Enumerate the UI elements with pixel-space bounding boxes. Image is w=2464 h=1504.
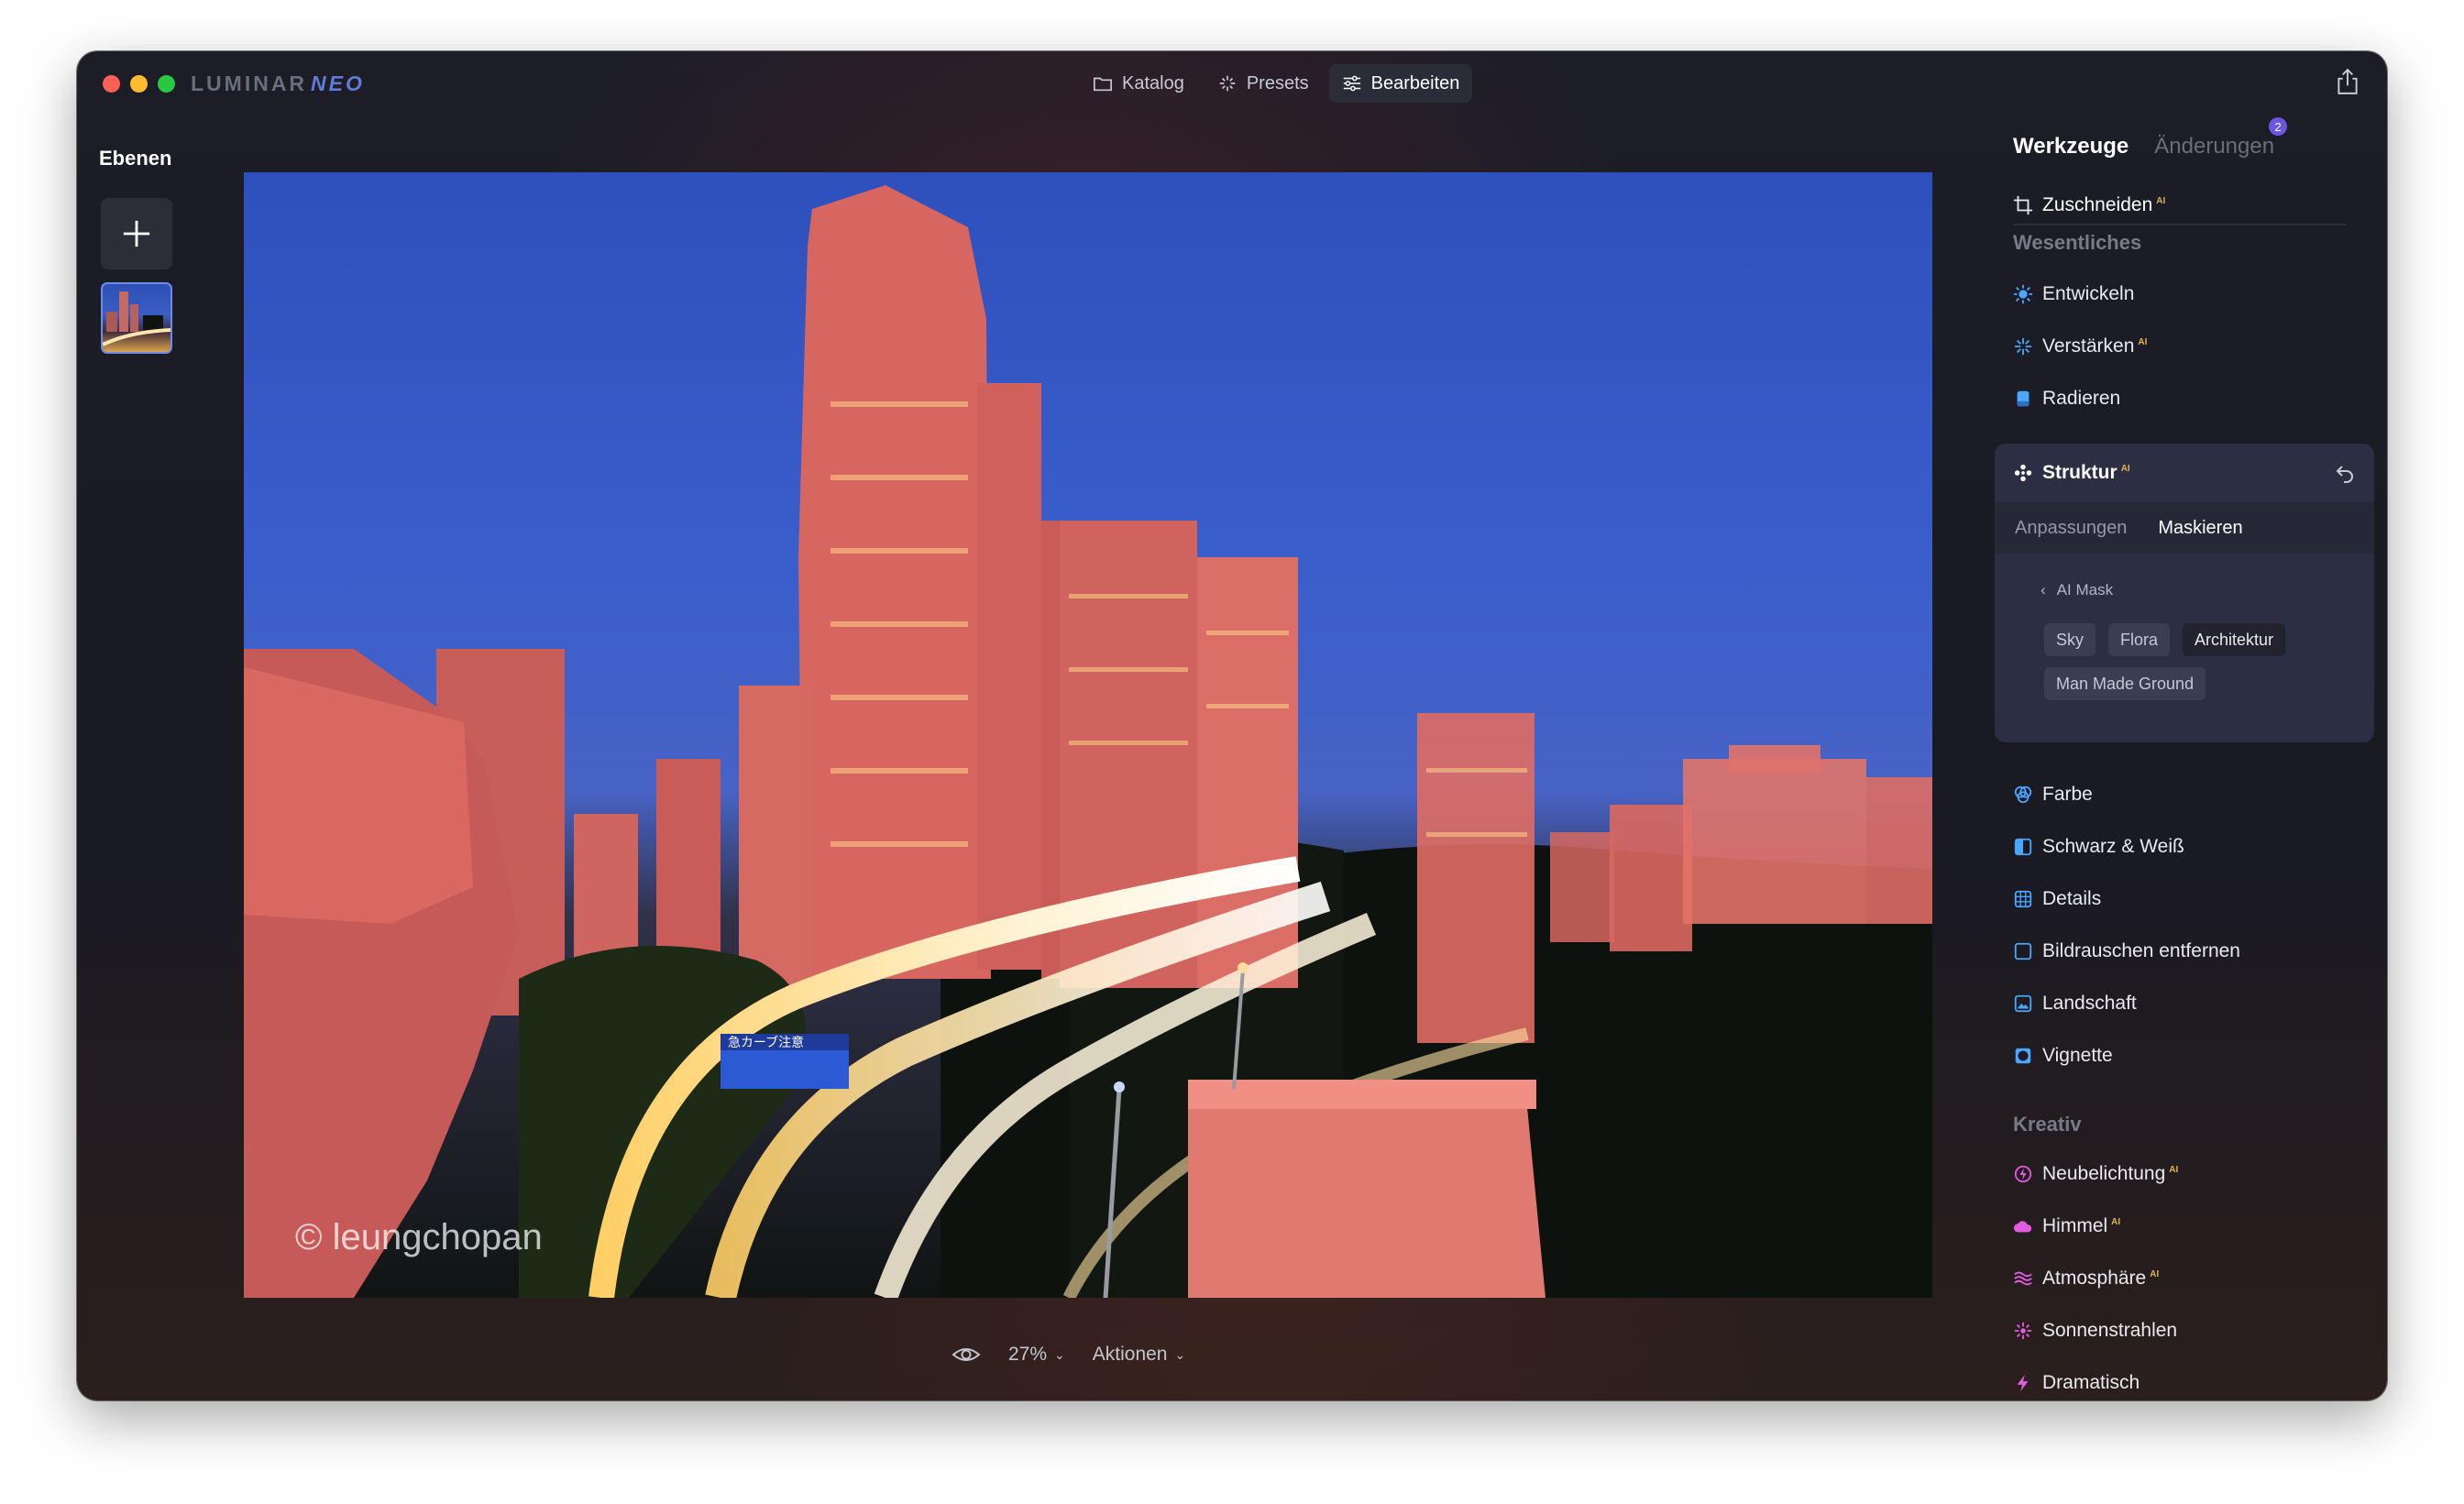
sparkle-icon — [2014, 337, 2032, 356]
ai-mask-back[interactable]: ‹ AI Mask — [2040, 581, 2113, 599]
bolt-icon — [2017, 1374, 2029, 1392]
tool-color[interactable]: Farbe — [2013, 779, 2093, 810]
tool-atmosphere[interactable]: Atmosphäre AI — [2013, 1263, 2159, 1294]
tab-adjustments[interactable]: Anpassungen — [2015, 518, 2127, 539]
presets-icon — [1219, 75, 1236, 92]
tool-crop[interactable]: Zuschneiden AI — [2013, 187, 2347, 225]
section-essentials: Wesentliches — [2013, 231, 2142, 254]
road-sign-text: 急カーブ注意 — [728, 1035, 804, 1050]
layer-thumbnail[interactable] — [101, 282, 172, 354]
structure-tool-header[interactable]: Struktur AI — [2013, 462, 2130, 484]
tab-edit[interactable]: Bearbeiten — [1328, 64, 1473, 103]
color-icon — [2014, 785, 2032, 804]
actions-dropdown[interactable]: Aktionen ⌄ — [1093, 1344, 1185, 1366]
app-window: LUMINAR NEO Katalog Presets Bearbeiten Eb… — [77, 51, 2387, 1400]
photo: 急カーブ注意 — [244, 185, 1932, 1298]
landscape-icon — [2014, 994, 2032, 1013]
cloud-icon — [2013, 1221, 2032, 1233]
tools-panel: Werkzeuge Änderungen 2 Zuschneiden AI Wes… — [1995, 51, 2387, 1400]
folder-icon — [1094, 77, 1112, 92]
tab-presets[interactable]: Presets — [1204, 64, 1322, 103]
tool-sky[interactable]: Himmel AI — [2013, 1211, 2120, 1242]
reset-icon[interactable] — [2334, 462, 2356, 484]
tool-vignette[interactable]: Vignette — [2013, 1040, 2113, 1071]
tool-relight[interactable]: Neubelichtung AI — [2013, 1158, 2178, 1190]
mask-chip-sky[interactable]: Sky — [2044, 623, 2096, 656]
tab-changes[interactable]: Änderungen 2 — [2154, 117, 2288, 159]
tool-black-white[interactable]: Schwarz & Weiß — [2013, 831, 2184, 862]
mask-chip-flora[interactable]: Flora — [2108, 623, 2171, 656]
mask-chips: Sky Flora Architektur Man Made Ground — [2044, 623, 2347, 700]
structure-subtabs: Anpassungen Maskieren — [1995, 502, 2374, 554]
canvas-toolbar: 27% ⌄ Aktionen ⌄ — [952, 1336, 1185, 1373]
sliders-icon — [1343, 75, 1360, 92]
tool-sunrays[interactable]: Sonnenstrahlen — [2013, 1315, 2177, 1346]
panel-tabs: Werkzeuge Änderungen 2 — [2013, 117, 2288, 159]
relight-icon — [2014, 1165, 2032, 1183]
tool-develop[interactable]: Entwickeln — [2013, 279, 2134, 310]
crop-icon — [2013, 195, 2033, 215]
sun-icon — [2013, 284, 2033, 304]
sunrays-icon — [2014, 1322, 2032, 1340]
zoom-dropdown[interactable]: 27% ⌄ — [1008, 1344, 1065, 1366]
eye-icon[interactable] — [952, 1340, 981, 1369]
tool-details[interactable]: Details — [2013, 884, 2101, 915]
atmosphere-icon — [2014, 1271, 2032, 1286]
photo-watermark: © leungchopan — [295, 1217, 543, 1257]
mode-switcher: Katalog Presets Bearbeiten — [1080, 64, 1473, 103]
tab-catalog[interactable]: Katalog — [1080, 64, 1197, 103]
layers-title: Ebenen — [99, 147, 172, 170]
tool-enhance[interactable]: Verstärken AI — [2013, 331, 2147, 362]
tab-masking[interactable]: Maskieren — [2158, 518, 2242, 539]
photo-canvas[interactable]: 急カーブ注意 © leungchopan — [244, 172, 1932, 1298]
section-creative: Kreativ — [2013, 1113, 2082, 1136]
chevron-left-icon: ‹ — [2040, 581, 2046, 598]
tool-erase[interactable]: Radieren — [2013, 383, 2120, 414]
mask-chip-man-made-ground[interactable]: Man Made Ground — [2044, 667, 2206, 700]
details-icon — [2014, 890, 2032, 908]
structure-tool-card: Struktur AI Anpassungen Maskieren ‹ AI Ma… — [1995, 444, 2374, 742]
layer-thumbnail-image — [103, 291, 170, 346]
chevron-down-icon: ⌄ — [1174, 1346, 1186, 1362]
plus-icon — [123, 220, 150, 247]
vignette-icon — [2015, 1048, 2031, 1064]
chevron-down-icon: ⌄ — [1054, 1346, 1065, 1362]
changes-count-badge: 2 — [2269, 117, 2288, 136]
minimize-window-button[interactable] — [130, 75, 148, 93]
tool-landscape[interactable]: Landschaft — [2013, 988, 2137, 1019]
tool-dramatic[interactable]: Dramatisch — [2013, 1367, 2140, 1399]
zoom-window-button[interactable] — [158, 75, 175, 93]
eraser-icon — [2017, 390, 2030, 407]
bw-icon — [2014, 838, 2032, 856]
close-window-button[interactable] — [103, 75, 120, 93]
tab-tools[interactable]: Werkzeuge — [2013, 134, 2128, 159]
app-logo: LUMINAR NEO — [191, 71, 365, 95]
mask-chip-architecture[interactable]: Architektur — [2183, 623, 2286, 656]
add-layer-button[interactable] — [101, 198, 172, 269]
denoise-icon — [2014, 942, 2032, 961]
tool-denoise[interactable]: Bildrauschen entfernen — [2013, 936, 2240, 967]
structure-icon — [2014, 464, 2032, 482]
